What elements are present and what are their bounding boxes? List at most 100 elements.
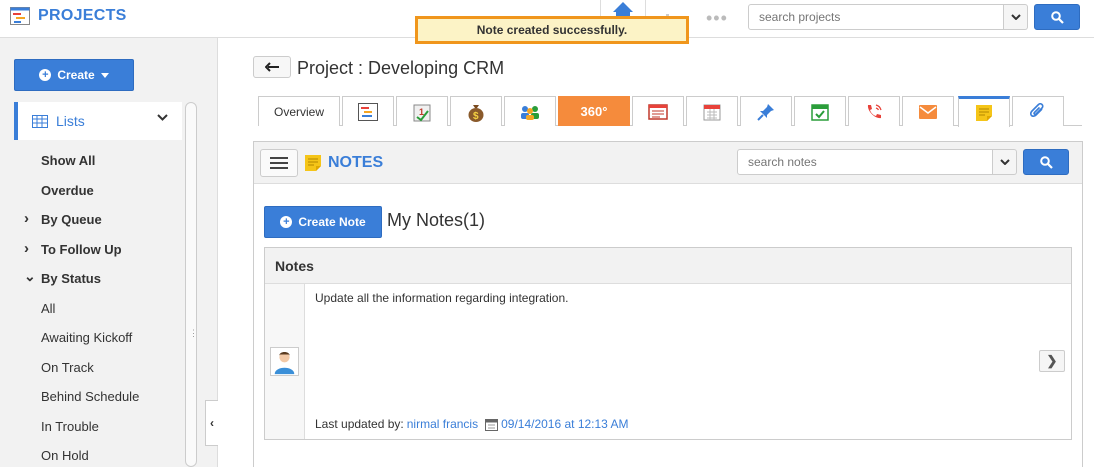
- search-projects-button[interactable]: [1034, 4, 1080, 30]
- tab-attachments[interactable]: [1012, 96, 1064, 126]
- email-icon: [919, 104, 937, 119]
- sidebar-item-all[interactable]: All: [0, 294, 184, 324]
- project-tabs: Overview 1 $ 360°: [258, 96, 1082, 127]
- sidebar-item-label: Behind Schedule: [41, 389, 140, 405]
- lists-label: Lists: [56, 113, 85, 129]
- sidebar-nav-list: Show All Overdue › By Queue › To Follow Up ⌄ By…: [0, 146, 184, 467]
- tab-tasks[interactable]: 1: [396, 96, 448, 126]
- tab-invoice[interactable]: [632, 96, 684, 126]
- note-timestamp: 09/14/2016 at 12:13 AM: [501, 417, 629, 431]
- tab-calls[interactable]: [848, 96, 900, 126]
- hamburger-icon: [270, 157, 288, 159]
- sidebar: + Create Lists Show All Overdue › By Queue ›…: [0, 38, 218, 467]
- create-button-label: Create: [57, 68, 95, 82]
- sidebar-item-to-follow-up[interactable]: › To Follow Up: [0, 235, 184, 265]
- project-search: [748, 4, 1080, 30]
- checkbox-calendar-icon: [811, 103, 829, 121]
- money-bag-icon: $: [468, 104, 484, 122]
- collapse-sidebar-button[interactable]: ‹: [205, 400, 218, 446]
- chevron-down-icon: ⌄: [24, 268, 36, 284]
- tab-overview[interactable]: Overview: [258, 96, 340, 126]
- success-toast: Note created successfully.: [415, 16, 689, 44]
- sidebar-item-show-all[interactable]: Show All: [0, 146, 184, 176]
- note-meta-label: Last updated by:: [315, 417, 404, 431]
- scroll-grip-icon: ⋮: [189, 328, 198, 338]
- tab-notes[interactable]: [958, 96, 1010, 127]
- app-title: PROJECTS: [38, 7, 127, 24]
- sidebar-item-by-status[interactable]: ⌄ By Status: [0, 264, 184, 294]
- tab-team[interactable]: [504, 96, 556, 126]
- pin-icon: [757, 103, 774, 121]
- sidebar-item-in-trouble[interactable]: In Trouble: [0, 412, 184, 442]
- search-notes-button[interactable]: [1023, 149, 1069, 175]
- sidebar-item-overdue[interactable]: Overdue: [0, 176, 184, 206]
- notes-list-header: Notes: [265, 248, 1071, 284]
- notes-icon: [976, 105, 992, 121]
- tab-events[interactable]: [794, 96, 846, 126]
- sidebar-item-label: On Track: [41, 359, 94, 375]
- list-item: Update all the information regarding int…: [265, 284, 1071, 439]
- search-projects-input[interactable]: [748, 4, 1004, 30]
- chevron-right-icon: ›: [24, 210, 29, 227]
- lists-header[interactable]: Lists: [14, 102, 182, 140]
- sidebar-item-label: By Queue: [41, 212, 102, 228]
- avatar[interactable]: [270, 347, 299, 376]
- sidebar-item-label: On Hold: [41, 448, 89, 464]
- search-icon: [1039, 155, 1053, 169]
- sidebar-item-label: All: [41, 300, 56, 316]
- chevron-right-icon: ›: [24, 239, 29, 257]
- sidebar-item-by-queue[interactable]: › By Queue: [0, 205, 184, 235]
- search-icon: [1050, 10, 1064, 24]
- arrow-left-icon: [265, 62, 279, 72]
- more-dots-icon[interactable]: •••: [706, 8, 728, 29]
- note-text: Update all the information regarding int…: [315, 291, 569, 305]
- tab-pins[interactable]: [740, 96, 792, 126]
- sidebar-item-on-hold[interactable]: On Hold: [0, 441, 184, 467]
- gantt-icon: [358, 102, 378, 121]
- back-button[interactable]: [253, 56, 291, 78]
- chevron-down-icon: [157, 114, 168, 121]
- search-notes-input[interactable]: [737, 149, 993, 175]
- invoice-icon: [648, 103, 668, 120]
- tab-budget[interactable]: $: [450, 96, 502, 126]
- 360-icon: 360°: [580, 104, 608, 119]
- create-button[interactable]: + Create: [14, 59, 134, 91]
- create-note-button[interactable]: + Create Note: [264, 206, 382, 238]
- tab-calendar[interactable]: [686, 96, 738, 126]
- svg-text:$: $: [473, 111, 479, 122]
- sidebar-item-awaiting-kickoff[interactable]: Awaiting Kickoff: [0, 323, 184, 353]
- tasks-icon: 1: [413, 104, 431, 121]
- note-detail-button[interactable]: ❯: [1039, 350, 1065, 372]
- chevron-down-icon: [999, 159, 1010, 165]
- tab-overview-label: Overview: [273, 104, 324, 119]
- note-meta: Last updated by: nirmal francis 09/14/20…: [315, 417, 629, 431]
- plus-icon: +: [280, 216, 293, 228]
- my-notes-heading: My Notes(1): [387, 210, 486, 230]
- note-author-link[interactable]: nirmal francis: [407, 417, 478, 431]
- menu-button[interactable]: [260, 149, 298, 177]
- calendar-icon: [703, 104, 721, 120]
- notes-search-dropdown-button[interactable]: [993, 149, 1017, 175]
- sidebar-scrollbar[interactable]: ⋮: [185, 102, 198, 467]
- tab-360[interactable]: 360°: [558, 96, 630, 126]
- sidebar-item-label: Awaiting Kickoff: [41, 330, 133, 346]
- app-brand[interactable]: PROJECTS: [10, 7, 127, 25]
- team-icon: [521, 105, 539, 120]
- sidebar-item-label: Show All: [41, 153, 96, 169]
- phone-icon: [867, 103, 882, 118]
- notes-icon: [305, 155, 321, 171]
- create-note-label: Create Note: [298, 215, 366, 229]
- notes-panel-header: NOTES: [254, 142, 1082, 184]
- tab-gantt[interactable]: [342, 96, 394, 126]
- chevron-down-icon: [1010, 14, 1021, 20]
- sidebar-item-label: In Trouble: [41, 418, 99, 434]
- attachment-icon: [1030, 102, 1044, 117]
- tab-email[interactable]: [902, 96, 954, 126]
- sidebar-item-behind-schedule[interactable]: Behind Schedule: [0, 382, 184, 412]
- search-dropdown-button[interactable]: [1004, 4, 1028, 30]
- note-avatar-column: [265, 284, 305, 439]
- sidebar-item-on-track[interactable]: On Track: [0, 353, 184, 383]
- projects-icon: [10, 7, 30, 25]
- notes-list: Notes Update all the information regardi…: [264, 247, 1072, 440]
- sidebar-item-label: Overdue: [41, 182, 94, 198]
